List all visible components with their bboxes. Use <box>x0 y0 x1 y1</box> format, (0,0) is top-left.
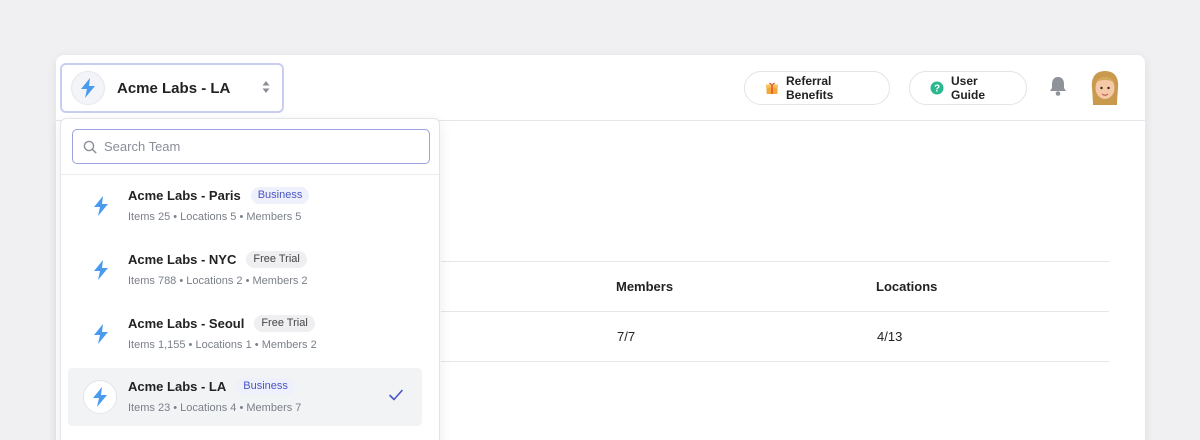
team-item-paris[interactable]: Acme Labs - Paris Business Items 25 • Lo… <box>68 177 422 235</box>
bolt-icon <box>86 319 116 349</box>
user-guide-button[interactable]: ? User Guide <box>909 71 1027 105</box>
members-count: Members 7 <box>246 402 302 414</box>
locations-count: Locations 4 <box>180 402 237 414</box>
search-team-input[interactable] <box>104 139 404 154</box>
bolt-icon <box>86 191 116 221</box>
bell-icon[interactable] <box>1048 75 1068 102</box>
members-value: 7/7 <box>617 329 636 344</box>
plan-badge: Business <box>236 378 295 395</box>
team-stats: Items 1,155 • Locations 1 • Members 2 <box>128 339 317 351</box>
locations-count: Locations 1 <box>195 339 252 351</box>
team-stats: Items 25 • Locations 5 • Members 5 <box>128 211 302 223</box>
items-count: Items 25 <box>128 211 171 223</box>
items-count: Items 23 <box>128 402 171 414</box>
team-stats: Items 23 • Locations 4 • Members 7 <box>128 402 302 414</box>
table-top-divider <box>441 261 1109 262</box>
svg-text:?: ? <box>934 84 940 95</box>
bolt-icon <box>86 255 116 285</box>
team-name: Acme Labs - Paris <box>128 188 241 203</box>
current-team-name: Acme Labs - LA <box>117 79 231 97</box>
locations-count: Locations 5 <box>180 211 237 223</box>
team-dropdown: Acme Labs - Paris Business Items 25 • Lo… <box>60 118 440 440</box>
user-guide-label: User Guide <box>951 74 986 102</box>
locations-value: 4/13 <box>877 329 903 344</box>
team-name: Acme Labs - Seoul <box>128 316 245 331</box>
table-row-divider <box>441 361 1109 362</box>
members-column-header: Members <box>616 279 674 294</box>
items-count: Items 788 <box>128 275 177 287</box>
items-count: Items 1,155 <box>128 339 186 351</box>
search-icon <box>83 140 97 154</box>
chevron-updown-icon <box>262 80 270 99</box>
team-name: Acme Labs - NYC <box>128 252 237 267</box>
search-field[interactable] <box>72 129 430 164</box>
members-count: Members 2 <box>252 275 308 287</box>
plan-badge: Business <box>250 187 310 204</box>
avatar[interactable] <box>1089 69 1121 107</box>
team-stats: Items 788 • Locations 2 • Members 2 <box>128 275 308 287</box>
referral-benefits-label: Referral Benefits <box>786 74 834 102</box>
bolt-icon <box>83 380 117 414</box>
bolt-icon <box>71 71 105 105</box>
gift-icon <box>765 81 779 95</box>
team-name: Acme Labs - LA <box>128 379 227 394</box>
plan-badge: Free Trial <box>246 251 307 268</box>
team-item-la[interactable]: Acme Labs - LA Business Items 23 • Locat… <box>68 368 422 426</box>
team-item-seoul[interactable]: Acme Labs - Seoul Free Trial Items 1,155… <box>68 305 422 363</box>
table-header-divider <box>441 311 1109 312</box>
team-item-nyc[interactable]: Acme Labs - NYC Free Trial Items 788 • L… <box>68 241 422 299</box>
top-bar: Acme Labs - LA Referral Benefits ? User … <box>56 55 1145 121</box>
locations-column-header: Locations <box>876 279 938 294</box>
check-icon <box>388 388 404 407</box>
team-switcher[interactable]: Acme Labs - LA <box>60 63 284 113</box>
locations-count: Locations 2 <box>186 275 243 287</box>
members-count: Members 2 <box>261 339 317 351</box>
referral-benefits-button[interactable]: Referral Benefits <box>744 71 890 105</box>
plan-badge: Free Trial <box>254 315 315 332</box>
search-divider <box>61 174 439 175</box>
members-count: Members 5 <box>246 211 302 223</box>
help-circle-icon: ? <box>930 81 944 95</box>
